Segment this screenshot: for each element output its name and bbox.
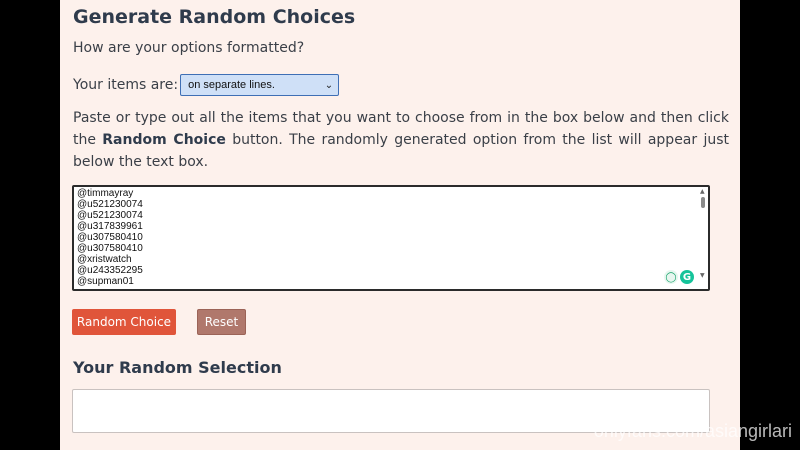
random-choice-button[interactable]: Random Choice	[72, 309, 176, 335]
items-format-select[interactable]: on separate lines. ⌄	[180, 74, 340, 96]
textarea-scrollbar[interactable]: ▲ ▼	[699, 187, 708, 289]
selection-heading: Your Random Selection	[73, 358, 282, 377]
items-textarea-lines: @timmayray @u521230074 @u521230074 @u317839…	[77, 188, 143, 287]
textarea-line: @u521230074	[77, 210, 143, 221]
scroll-up-icon[interactable]: ▲	[700, 189, 705, 195]
textarea-line: @u521230074	[77, 199, 143, 210]
page-title: Generate Random Choices	[73, 6, 356, 28]
textarea-line: @u317839961	[77, 221, 143, 232]
reset-button[interactable]: Reset	[197, 309, 246, 335]
items-format-row: Your items are: on separate lines. ⌄	[73, 74, 340, 96]
textarea-line: @u307580410	[77, 232, 143, 243]
scroll-down-icon[interactable]: ▼	[700, 273, 705, 279]
grammarly-icon[interactable]: G	[680, 270, 694, 284]
scrollbar-thumb[interactable]	[701, 197, 705, 208]
textarea-line: @u307580410	[77, 243, 143, 254]
lightbulb-icon[interactable]: ◯	[664, 270, 678, 284]
textarea-extension-icons: ◯ G	[664, 270, 694, 284]
items-format-label: Your items are:	[73, 77, 179, 93]
items-textarea[interactable]: @timmayray @u521230074 @u521230074 @u317839…	[72, 185, 710, 291]
format-question: How are your options formatted?	[73, 40, 305, 56]
textarea-line: @u243352295	[77, 265, 143, 276]
items-format-value: on separate lines.	[188, 79, 275, 91]
watermark-text: onlyfans.com/asiangirlari	[593, 421, 792, 441]
instructions-text: Paste or type out all the items that you…	[73, 107, 729, 173]
textarea-line: @supman01	[77, 276, 134, 287]
random-choice-panel: Generate Random Choices How are your opt…	[60, 0, 740, 450]
chevron-down-icon: ⌄	[324, 79, 334, 91]
textarea-line: @xristwatch	[77, 254, 132, 265]
textarea-line: @timmayray	[77, 188, 134, 199]
instructions-bold: Random Choice	[102, 132, 226, 148]
